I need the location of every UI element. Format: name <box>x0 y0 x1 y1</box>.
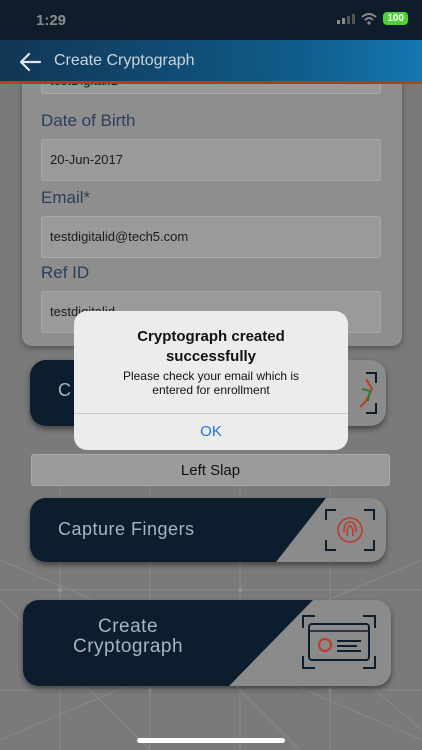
alert-dialog: Cryptograph created successfully Please … <box>74 311 348 450</box>
alert-message: Please check your email which is entered… <box>122 369 300 397</box>
modal-overlay: Cryptograph created successfully Please … <box>0 0 422 750</box>
alert-title: Cryptograph created successfully <box>137 328 285 365</box>
ok-button[interactable]: OK <box>74 414 348 450</box>
